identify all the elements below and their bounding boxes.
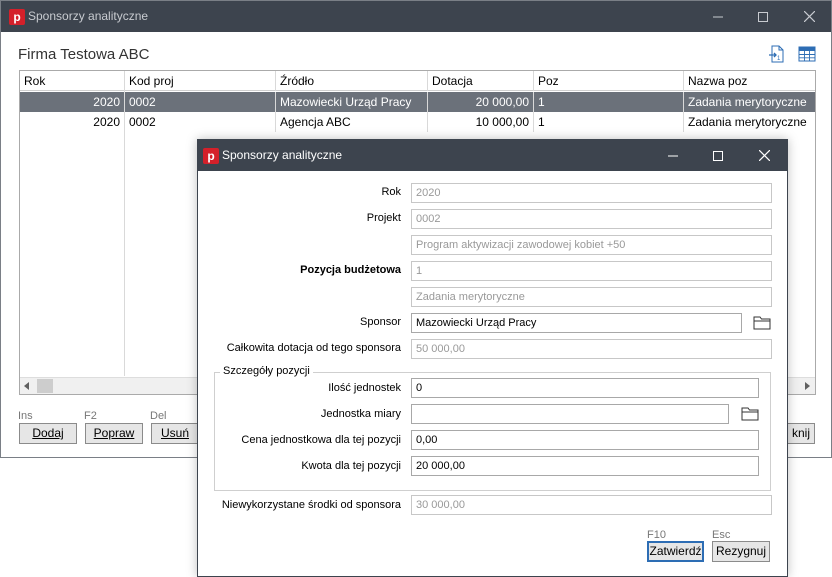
cell-rok: 2020: [20, 112, 125, 132]
cell-kod-proj: 0002: [125, 92, 276, 112]
folder-icon[interactable]: [741, 406, 759, 421]
minimize-icon[interactable]: [695, 1, 741, 32]
add-button[interactable]: Dodaj: [19, 423, 77, 444]
jednostka-miary-field[interactable]: [411, 404, 729, 424]
label-projekt: Projekt: [366, 212, 401, 224]
rok-field[interactable]: 2020: [411, 183, 772, 203]
folder-icon[interactable]: [753, 315, 771, 330]
cell-dotacja: 20 000,00: [428, 92, 534, 112]
edit-button-label: Popraw: [93, 426, 135, 440]
cell-poz: 1: [534, 92, 684, 112]
close-icon[interactable]: [786, 1, 832, 32]
column-header-dotacja[interactable]: Dotacja: [428, 71, 534, 91]
close-icon[interactable]: [741, 140, 787, 171]
cena-jednostkowa-field[interactable]: 0,00: [411, 430, 759, 450]
cell-poz: 1: [534, 112, 684, 132]
hotkey-confirm: F10: [647, 529, 666, 541]
scroll-left-icon[interactable]: [22, 381, 32, 391]
maximize-icon[interactable]: [740, 1, 786, 32]
sponsor-dialog: p Sponsorzy analityczne Rok 2020 Projekt…: [197, 139, 788, 577]
hotkey-edit: F2: [84, 410, 97, 422]
column-header-kod-proj[interactable]: Kod proj: [125, 71, 276, 91]
pozycja-name-field: Zadania merytoryczne: [411, 287, 772, 307]
table-row[interactable]: 2020 0002 Agencja ABC 10 000,00 1 Zadani…: [20, 112, 815, 132]
label-cena-jednostkowa: Cena jednostkowa dla tej pozycji: [241, 434, 401, 446]
cell-zrodlo: Mazowiecki Urząd Pracy: [276, 92, 428, 112]
niewykorzystane-field: 30 000,00: [411, 495, 772, 515]
cell-zrodlo: Agencja ABC: [276, 112, 428, 132]
main-window-title: Sponsorzy analityczne: [28, 9, 149, 23]
maximize-icon[interactable]: [695, 140, 741, 171]
column-header-zrodlo[interactable]: Źródło: [276, 71, 428, 91]
dialog-titlebar: p Sponsorzy analityczne: [198, 140, 787, 171]
cell-nazwa-poz: Zadania merytoryczne: [688, 95, 807, 109]
ilosc-jednostek-field[interactable]: 0: [411, 378, 759, 398]
label-pozycja-budzetowa: Pozycja budżetowa: [300, 264, 401, 276]
calkowita-dotacja-field: 50 000,00: [411, 339, 772, 359]
cancel-button-label: Rezygnuj: [715, 544, 767, 558]
close-button-label: knij: [791, 426, 810, 440]
main-titlebar: p Sponsorzy analityczne: [1, 1, 831, 32]
edit-button[interactable]: Popraw: [85, 423, 143, 444]
delete-button-label: Usuń: [160, 426, 189, 440]
details-group-legend: Szczegóły pozycji: [220, 365, 313, 377]
table-row[interactable]: 2020 0002 Mazowiecki Urząd Pracy 20 000,…: [20, 92, 815, 112]
cancel-button[interactable]: Rezygnuj: [712, 541, 770, 562]
confirm-button[interactable]: Zatwierdź: [647, 541, 704, 562]
column-divider: [124, 91, 125, 376]
hotkey-cancel: Esc: [712, 529, 731, 541]
table-icon[interactable]: [798, 45, 816, 63]
cell-kod-proj: 0002: [125, 112, 276, 132]
label-calkowita-dotacja: Całkowita dotacja od tego sponsora: [226, 342, 401, 354]
projekt-name-field: Program aktywizacji zawodowej kobiet +50: [411, 235, 772, 255]
column-header-rok[interactable]: Rok: [20, 71, 125, 91]
cell-nazwa-poz: Zadania merytoryczne: [688, 115, 807, 129]
label-sponsor: Sponsor: [360, 316, 401, 328]
dialog-title: Sponsorzy analityczne: [222, 148, 343, 162]
delete-button[interactable]: Usuń: [151, 423, 199, 444]
company-heading: Firma Testowa ABC: [18, 46, 150, 63]
label-niewykorzystane: Niewykorzystane środki od sponsora: [221, 499, 401, 511]
app-logo-icon: p: [9, 9, 25, 25]
export-icon[interactable]: 1: [768, 45, 786, 63]
kwota-field[interactable]: 20 000,00: [411, 456, 759, 476]
label-rok: Rok: [381, 186, 401, 198]
column-header-nazwa-poz[interactable]: Nazwa poz: [684, 71, 815, 91]
column-header-poz[interactable]: Poz: [534, 71, 684, 91]
cell-rok: 2020: [20, 92, 125, 112]
sponsor-field[interactable]: Mazowiecki Urząd Pracy: [411, 313, 742, 333]
projekt-field[interactable]: 0002: [411, 209, 772, 229]
label-ilosc-jednostek: Ilość jednostek: [328, 382, 401, 394]
add-button-label: Dodaj: [32, 426, 64, 440]
label-kwota: Kwota dla tej pozycji: [301, 460, 401, 472]
cell-dotacja: 10 000,00: [428, 112, 534, 132]
pozycja-field[interactable]: 1: [411, 261, 772, 281]
app-logo-icon: p: [203, 148, 219, 164]
table-header: Rok Kod proj Źródło Dotacja Poz Nazwa po…: [20, 71, 815, 91]
hotkey-delete: Del: [150, 410, 167, 422]
label-jednostka-miary: Jednostka miary: [320, 408, 401, 420]
scroll-right-icon[interactable]: [802, 381, 812, 391]
scrollbar-thumb[interactable]: [37, 379, 53, 393]
confirm-button-label: Zatwierdź: [649, 544, 702, 558]
hotkey-add: Ins: [18, 410, 33, 422]
minimize-icon[interactable]: [650, 140, 696, 171]
